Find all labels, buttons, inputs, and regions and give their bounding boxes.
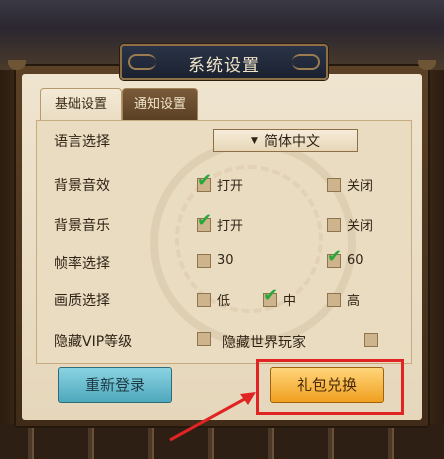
checkbox[interactable]: ✔ — [197, 171, 212, 192]
quality-low-label: 低 — [217, 294, 231, 309]
hide-vip-checkbox-wrap[interactable] — [197, 332, 217, 346]
quality-low-option[interactable]: 低 — [197, 290, 230, 309]
bg-sound-label: 背景音效 — [54, 178, 110, 194]
highlight-box — [256, 359, 404, 415]
bg-sound-on-label: 打开 — [217, 179, 244, 194]
dialog-title-plaque: 系统设置 — [120, 44, 328, 80]
checkbox[interactable]: ✔ — [197, 211, 212, 232]
language-label: 语言选择 — [54, 134, 110, 150]
dropdown-triangle-icon: ▼ — [251, 135, 258, 146]
quality-high-label: 高 — [347, 294, 361, 309]
bg-sound-on-option[interactable]: ✔ 打开 — [197, 171, 244, 194]
checkmark-icon: ✔ — [263, 284, 279, 306]
quality-mid-option[interactable]: ✔ 中 — [263, 286, 297, 309]
quality-label: 画质选择 — [54, 293, 110, 309]
quality-mid-label: 中 — [283, 294, 297, 309]
checkbox[interactable] — [327, 177, 341, 192]
hide-vip-label: 隐藏VIP等级 — [54, 334, 133, 350]
framerate-60-label: 60 — [347, 253, 364, 268]
checkbox[interactable]: ✔ — [327, 247, 342, 268]
language-select-value: 简体中文 — [263, 133, 320, 150]
bg-music-off-label: 关闭 — [347, 219, 374, 234]
bg-music-label: 背景音乐 — [54, 218, 110, 234]
tab-basic-settings[interactable]: 基础设置 — [40, 88, 122, 121]
tab-notification-settings[interactable]: 通知设置 — [122, 88, 198, 121]
checkbox[interactable] — [197, 292, 211, 307]
checkbox[interactable] — [327, 292, 341, 307]
hide-players-checkbox-wrap[interactable] — [364, 333, 384, 347]
bg-music-on-label: 打开 — [217, 219, 244, 234]
bg-music-on-option[interactable]: ✔ 打开 — [197, 211, 244, 234]
checkbox[interactable] — [327, 217, 341, 232]
framerate-60-option[interactable]: ✔ 60 — [327, 247, 364, 268]
framerate-30-option[interactable]: 30 — [197, 253, 234, 268]
game-scene-background-bottom — [0, 424, 444, 459]
bg-sound-off-option[interactable]: 关闭 — [327, 175, 373, 194]
checkmark-icon: ✔ — [327, 245, 343, 267]
hide-players-label: 隐藏世界玩家 — [222, 335, 306, 351]
checkbox[interactable]: ✔ — [263, 286, 278, 307]
framerate-30-label: 30 — [217, 253, 234, 268]
language-select[interactable]: ▼ 简体中文 — [213, 129, 358, 152]
hide-players-checkbox[interactable] — [364, 333, 378, 347]
relogin-button[interactable]: 重新登录 — [58, 367, 172, 403]
bg-sound-off-label: 关闭 — [347, 179, 374, 194]
bg-music-off-option[interactable]: 关闭 — [327, 215, 373, 234]
framerate-label: 帧率选择 — [54, 256, 110, 272]
quality-high-option[interactable]: 高 — [327, 290, 360, 309]
checkmark-icon: ✔ — [197, 169, 213, 191]
hide-vip-checkbox[interactable] — [197, 332, 211, 346]
checkbox[interactable] — [197, 253, 211, 268]
checkmark-icon: ✔ — [197, 209, 213, 231]
dialog-title: 系统设置 — [188, 56, 260, 76]
